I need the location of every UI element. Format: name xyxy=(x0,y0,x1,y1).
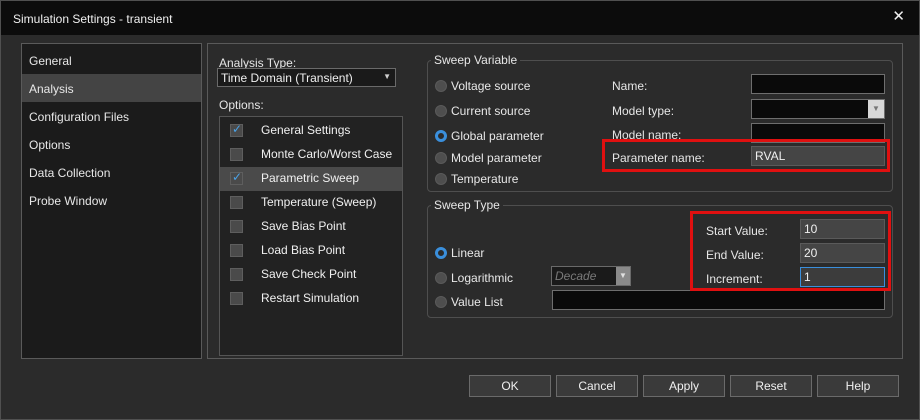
reset-button[interactable]: Reset xyxy=(730,375,812,397)
radio-label: Current source xyxy=(451,104,531,118)
nav-item-probe-window[interactable]: Probe Window xyxy=(22,186,201,214)
log-scale-value: Decade xyxy=(555,269,597,283)
option-label: General Settings xyxy=(261,123,351,137)
sweep-variable-title: Sweep Variable xyxy=(431,53,521,67)
settings-nav: General Analysis Configuration Files Opt… xyxy=(21,43,202,359)
window-title: Simulation Settings - transient xyxy=(13,12,173,26)
radio-label: Value List xyxy=(451,295,503,309)
radio-icon[interactable] xyxy=(435,105,447,117)
simulation-settings-dialog: Simulation Settings - transient ✕ Genera… xyxy=(0,0,920,420)
cancel-button[interactable]: Cancel xyxy=(556,375,638,397)
nav-item-analysis[interactable]: Analysis xyxy=(22,74,201,102)
option-load-bias-point[interactable]: Load Bias Point xyxy=(220,239,402,263)
radio-selected-icon[interactable] xyxy=(435,130,447,142)
checkbox-checked-icon[interactable]: ✓ xyxy=(230,170,243,185)
sweep-type-title: Sweep Type xyxy=(431,198,503,212)
radio-label: Voltage source xyxy=(451,79,531,93)
option-label: Save Check Point xyxy=(261,267,357,281)
option-label: Monte Carlo/Worst Case xyxy=(261,147,393,161)
radio-icon[interactable] xyxy=(435,173,447,185)
option-general-settings[interactable]: ✓ General Settings xyxy=(220,119,402,143)
radio-label: Logarithmic xyxy=(451,271,514,285)
radio-icon[interactable] xyxy=(435,296,447,308)
nav-item-data-collection[interactable]: Data Collection xyxy=(22,158,201,186)
nav-item-general[interactable]: General xyxy=(22,46,201,74)
analysis-type-dropdown[interactable]: Time Domain (Transient) ▼ xyxy=(217,68,396,87)
name-field[interactable] xyxy=(751,74,885,94)
model-type-label: Model type: xyxy=(612,104,675,118)
chevron-down-icon: ▼ xyxy=(868,100,884,118)
option-label: Save Bias Point xyxy=(261,219,346,233)
option-save-bias-point[interactable]: Save Bias Point xyxy=(220,215,402,239)
checkbox-icon[interactable] xyxy=(230,196,243,209)
title-bar: Simulation Settings - transient ✕ xyxy=(1,1,919,35)
name-label: Name: xyxy=(612,79,648,93)
radio-label: Linear xyxy=(451,246,485,260)
option-label: Restart Simulation xyxy=(261,291,360,305)
option-temperature-sweep[interactable]: Temperature (Sweep) xyxy=(220,191,402,215)
chevron-down-icon: ▼ xyxy=(616,267,630,285)
option-parametric-sweep[interactable]: ✓ Parametric Sweep xyxy=(220,167,402,191)
log-scale-dropdown[interactable]: Decade ▼ xyxy=(551,266,631,286)
model-type-dropdown[interactable]: ▼ xyxy=(751,99,885,119)
option-monte-carlo[interactable]: Monte Carlo/Worst Case xyxy=(220,143,402,167)
checkbox-icon[interactable] xyxy=(230,292,243,305)
parameter-name-highlight xyxy=(602,139,890,172)
checkbox-icon[interactable] xyxy=(230,244,243,257)
option-label: Temperature (Sweep) xyxy=(261,195,377,209)
sweep-values-highlight xyxy=(690,211,891,291)
checkbox-icon[interactable] xyxy=(230,148,243,161)
checkbox-checked-icon[interactable]: ✓ xyxy=(230,122,243,137)
checkbox-icon[interactable] xyxy=(230,220,243,233)
help-button[interactable]: Help xyxy=(817,375,899,397)
chevron-down-icon: ▼ xyxy=(383,72,391,81)
close-icon[interactable]: ✕ xyxy=(892,7,905,25)
radio-selected-icon[interactable] xyxy=(435,247,447,259)
option-label: Load Bias Point xyxy=(261,243,346,257)
value-list-field[interactable] xyxy=(552,290,885,310)
options-list: ✓ General Settings Monte Carlo/Worst Cas… xyxy=(219,116,403,356)
analysis-panel: Analysis Type: Time Domain (Transient) ▼… xyxy=(207,43,903,359)
option-save-check-point[interactable]: Save Check Point xyxy=(220,263,402,287)
nav-item-configuration-files[interactable]: Configuration Files xyxy=(22,102,201,130)
radio-label: Global parameter xyxy=(451,129,544,143)
options-label: Options: xyxy=(219,98,264,112)
option-label: Parametric Sweep xyxy=(261,171,360,185)
option-restart-simulation[interactable]: Restart Simulation xyxy=(220,287,402,311)
sweep-variable-group: Sweep Variable Voltage source Current so… xyxy=(427,53,893,192)
nav-item-options[interactable]: Options xyxy=(22,130,201,158)
radio-icon[interactable] xyxy=(435,152,447,164)
radio-icon[interactable] xyxy=(435,80,447,92)
radio-icon[interactable] xyxy=(435,272,447,284)
checkbox-icon[interactable] xyxy=(230,268,243,281)
ok-button[interactable]: OK xyxy=(469,375,551,397)
apply-button[interactable]: Apply xyxy=(643,375,725,397)
radio-label: Model parameter xyxy=(451,151,542,165)
radio-label: Temperature xyxy=(451,172,519,186)
analysis-type-value: Time Domain (Transient) xyxy=(221,71,353,85)
